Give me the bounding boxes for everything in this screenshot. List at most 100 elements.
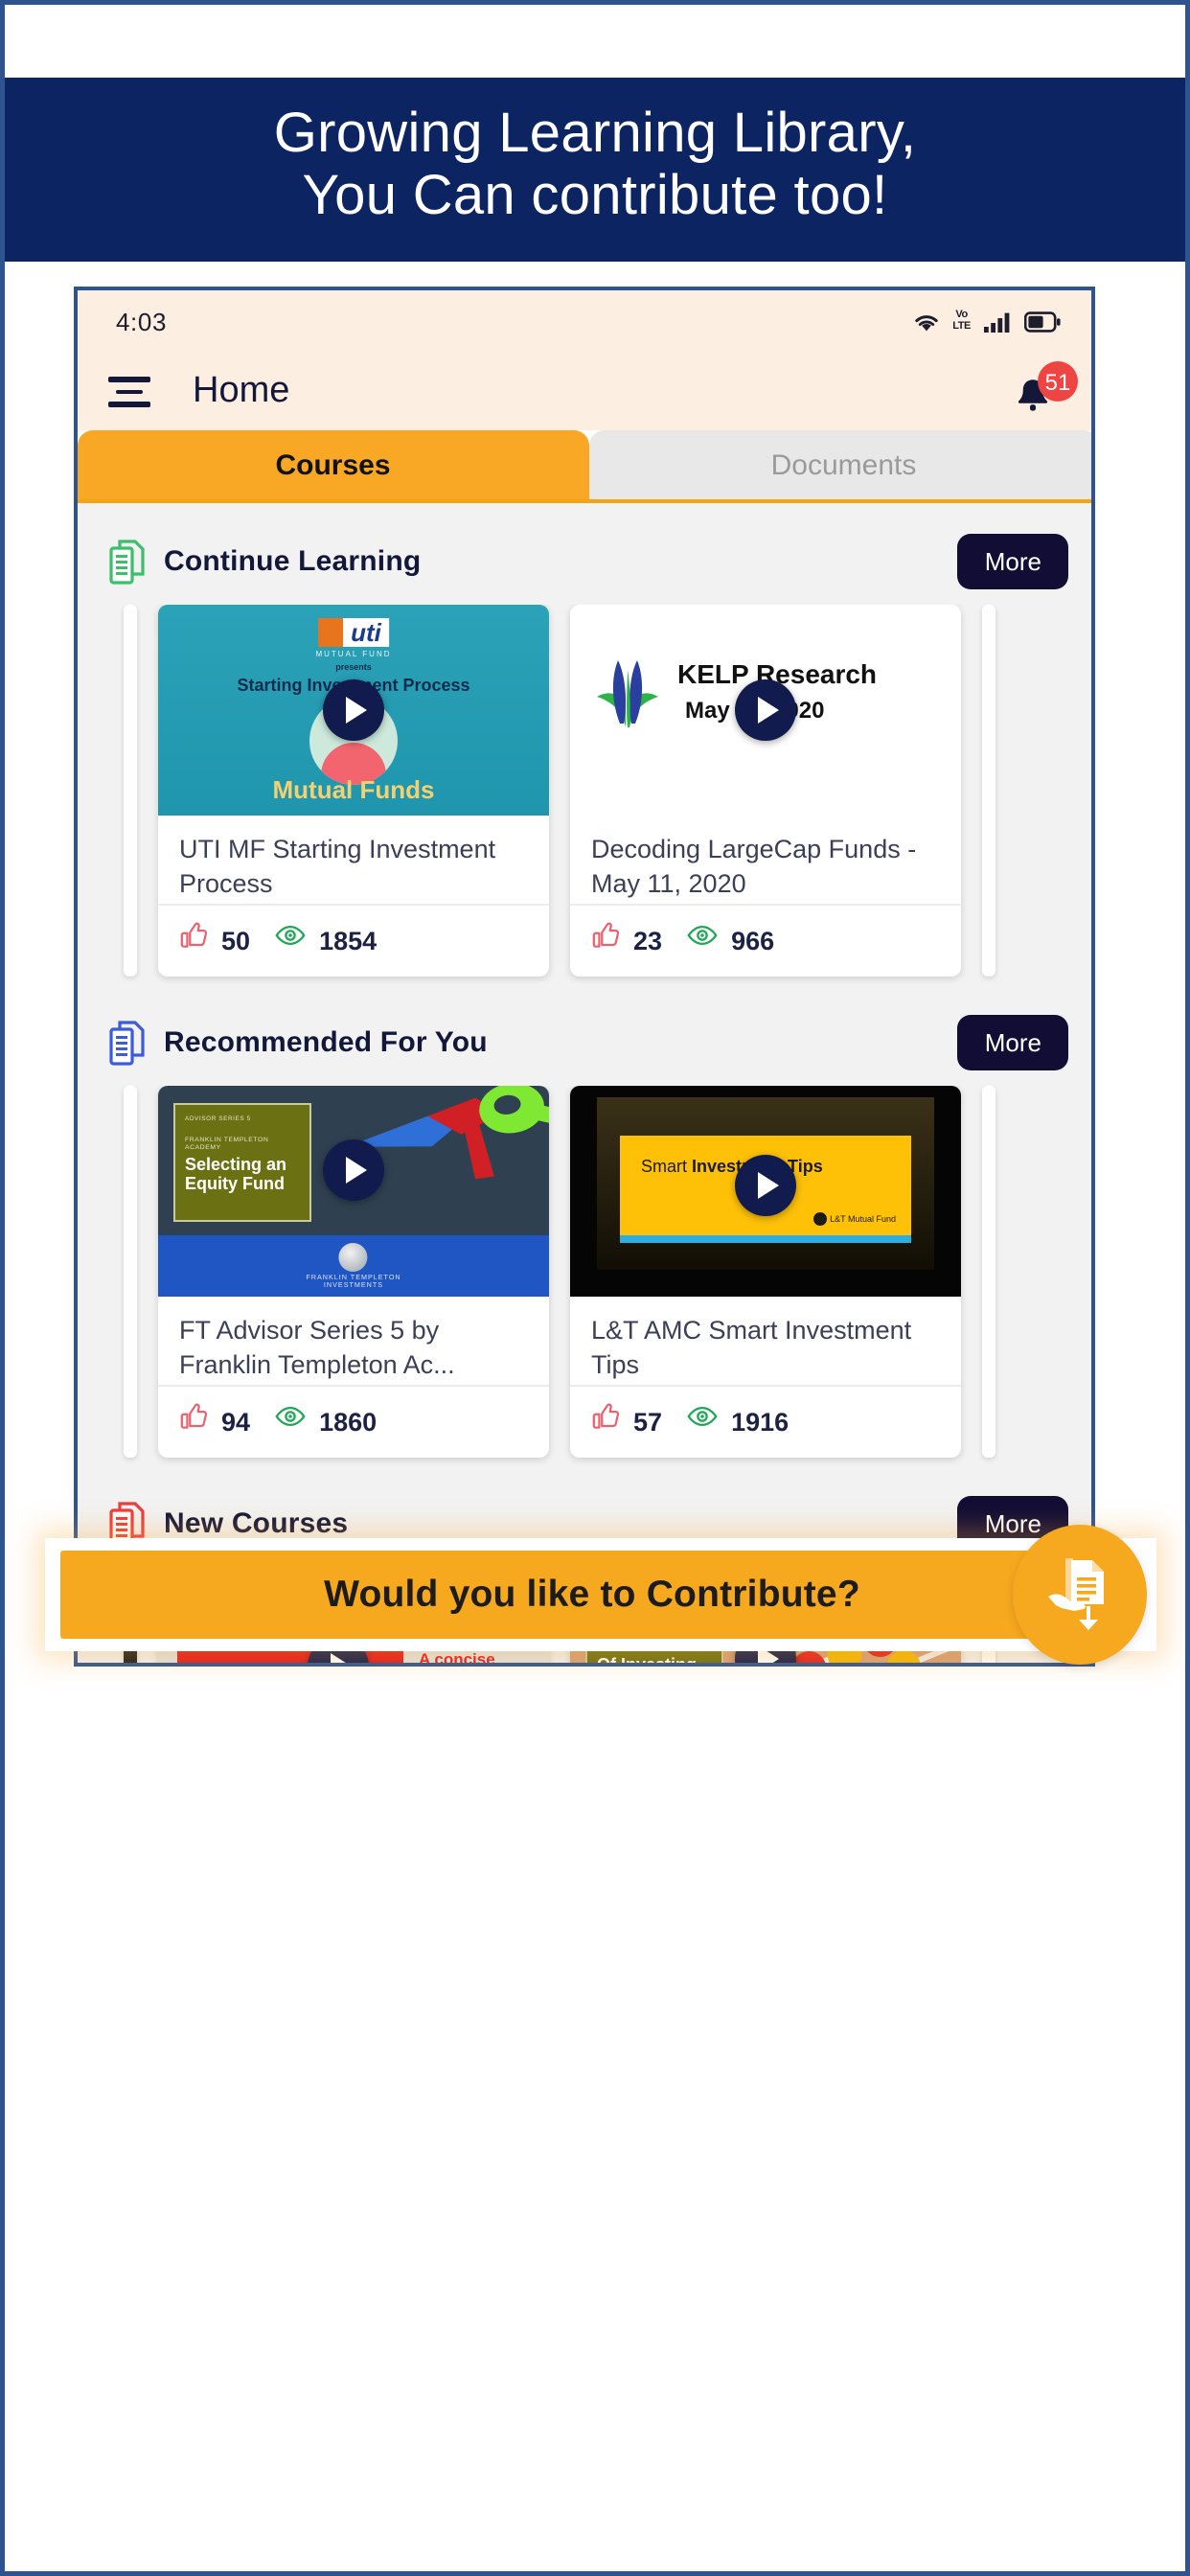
carousel-peek-right	[982, 1085, 995, 1458]
play-icon[interactable]	[323, 1138, 384, 1201]
ft-brand-line-2: INVESTMENTS	[323, 1281, 384, 1290]
like-count: 50	[221, 925, 251, 954]
screenshot-stage: 4:03 Vo LTE Home 51 Courses Documents Co…	[5, 261, 1185, 2533]
section-title: Recommended For You	[164, 1025, 488, 1059]
play-icon[interactable]	[735, 678, 796, 741]
hdfc-caption-red: A concise	[419, 1648, 495, 1667]
notifications-button[interactable]: 51	[1011, 360, 1078, 421]
course-stats: 94 1860	[158, 1384, 549, 1458]
view-count: 966	[731, 925, 775, 954]
course-thumbnail: uti MUTUAL FUND presents Starting Invest…	[158, 604, 549, 816]
like-icon	[179, 921, 208, 959]
banner-line-1: Growing Learning Library,	[273, 102, 917, 164]
slide-frame: Growing Learning Library, You Can contri…	[0, 0, 1190, 2576]
status-clock: 4:03	[116, 307, 168, 336]
views-icon	[687, 1404, 718, 1438]
course-card[interactable]: ADVISOR SERIES 5 FRANKLIN TEMPLETON ACAD…	[158, 1085, 549, 1458]
section-title: New Courses	[164, 1506, 349, 1540]
phone-mockup: 4:03 Vo LTE Home 51 Courses Documents Co…	[74, 286, 1095, 1667]
tab-documents[interactable]: Documents	[588, 429, 1091, 499]
ft-slide-box: ADVISOR SERIES 5 FRANKLIN TEMPLETON ACAD…	[173, 1102, 311, 1222]
top-white-strip	[5, 5, 1185, 78]
section-header: Recommended For You More	[78, 1003, 1091, 1086]
like-icon	[591, 1402, 620, 1440]
course-card[interactable]: uti MUTUAL FUND presents Starting Invest…	[158, 604, 549, 977]
ft-brand-line-1: FRANKLIN TEMPLETON	[306, 1273, 401, 1281]
contribute-banner[interactable]: Would you like to Contribute?	[45, 1524, 1156, 1665]
course-card[interactable]: Smart Investment Tips L&T Mutual Fund L&…	[570, 1085, 961, 1458]
course-title: FT Advisor Series 5 by Franklin Templeto…	[179, 1315, 455, 1380]
uti-presents: presents	[335, 661, 372, 672]
fund-factsheet-ribbon: FUND FACTSHEET	[177, 1650, 403, 1663]
uti-logo-sub: MUTUAL FUND	[315, 648, 392, 658]
like-icon	[591, 921, 620, 959]
app-bar: Home 51	[78, 353, 1091, 430]
page-title: Home	[193, 370, 290, 411]
tab-courses[interactable]: Courses	[78, 429, 588, 499]
view-count: 1854	[319, 925, 378, 954]
app-screen: 4:03 Vo LTE Home 51 Courses Documents Co…	[78, 289, 1091, 1667]
battery-icon	[1024, 311, 1061, 333]
view-count: 1860	[319, 1406, 378, 1436]
volte-icon: Vo LTE	[952, 309, 971, 332]
more-button-recommended[interactable]: More	[957, 1014, 1068, 1070]
views-icon	[275, 1404, 306, 1438]
uti-logo: uti	[318, 617, 389, 647]
course-stats: 50 1854	[158, 903, 549, 977]
card-carousel[interactable]: uti MUTUAL FUND presents Starting Invest…	[78, 604, 1091, 984]
ft-academy: FRANKLIN TEMPLETON ACADEMY	[185, 1135, 269, 1151]
play-icon[interactable]	[735, 1154, 796, 1216]
like-count: 23	[633, 925, 663, 954]
lt-slide-underline	[620, 1234, 911, 1243]
course-thumbnail: Smart Investment Tips L&T Mutual Fund	[570, 1085, 961, 1297]
more-button-continue-learning[interactable]: More	[957, 533, 1068, 589]
status-bar: 4:03 Vo LTE	[78, 289, 1091, 354]
carousel-peek-left	[124, 604, 137, 977]
notification-badge: 51	[1038, 360, 1078, 402]
like-count: 94	[221, 1406, 251, 1436]
documents-stack-icon-blue	[108, 1020, 147, 1066]
lt-slide-text: Smart Investment Tips	[641, 1156, 823, 1176]
course-thumbnail: ADVISOR SERIES 5 FRANKLIN TEMPLETON ACAD…	[158, 1085, 549, 1297]
franklin-templeton-logo: FRANKLIN TEMPLETON INVESTMENTS	[306, 1242, 400, 1291]
headline-banner: Growing Learning Library, You Can contri…	[5, 78, 1185, 262]
contribute-fab[interactable]	[1013, 1524, 1147, 1665]
views-icon	[687, 923, 718, 957]
franklin-bust-icon	[338, 1242, 368, 1272]
section-recommended-for-you: Recommended For You More ADVISOR SERIES …	[78, 984, 1091, 1465]
section-title: Continue Learning	[164, 544, 422, 578]
ft-headline: Selecting an Equity Fund	[185, 1154, 287, 1194]
hand-holding-document-icon	[1042, 1552, 1117, 1636]
ft-kicker: ADVISOR SERIES 5	[185, 1114, 251, 1122]
wifi-icon	[912, 311, 939, 333]
lt-mutual-fund-logo: L&T Mutual Fund	[812, 1211, 896, 1226]
uti-footer-text: Mutual Funds	[272, 774, 435, 804]
contribute-bar[interactable]: Would you like to Contribute?	[60, 1550, 1124, 1639]
section-continue-learning: Continue Learning More uti MUTUAL FUND p…	[78, 503, 1091, 984]
documents-stack-icon-green	[108, 539, 147, 585]
banner-line-2: You Can contribute too!	[302, 163, 888, 226]
hamburger-menu-icon[interactable]	[108, 377, 150, 407]
course-title: UTI MF Starting Investment Process	[179, 834, 496, 899]
contribute-label: Would you like to Contribute?	[324, 1573, 860, 1615]
like-icon	[179, 1402, 208, 1440]
scroll-content[interactable]: Continue Learning More uti MUTUAL FUND p…	[78, 502, 1091, 1667]
kelp-leaf-logo-icon	[593, 651, 662, 731]
carousel-peek-left	[124, 1085, 137, 1458]
carousel-peek-right	[982, 604, 995, 977]
like-count: 57	[633, 1406, 663, 1436]
play-icon[interactable]	[323, 678, 384, 741]
signal-icon	[984, 311, 1011, 333]
card-carousel[interactable]: ADVISOR SERIES 5 FRANKLIN TEMPLETON ACAD…	[78, 1085, 1091, 1465]
course-card[interactable]: KELP Research May 11, 2020 Decoding Larg…	[570, 604, 961, 977]
status-icons: Vo LTE	[912, 309, 1061, 333]
course-thumbnail: KELP Research May 11, 2020	[570, 604, 961, 816]
course-title: Decoding LargeCap Funds - May 11, 2020	[591, 834, 917, 899]
views-icon	[275, 923, 306, 957]
course-stats: 23 966	[570, 903, 961, 977]
view-count: 1916	[731, 1406, 790, 1436]
course-title: L&T AMC Smart Investment Tips	[591, 1315, 912, 1380]
course-stats: 57 1916	[570, 1384, 961, 1458]
tab-bar: Courses Documents	[78, 429, 1091, 503]
hdfc-caption: A concise document that gives details of…	[419, 1648, 538, 1667]
